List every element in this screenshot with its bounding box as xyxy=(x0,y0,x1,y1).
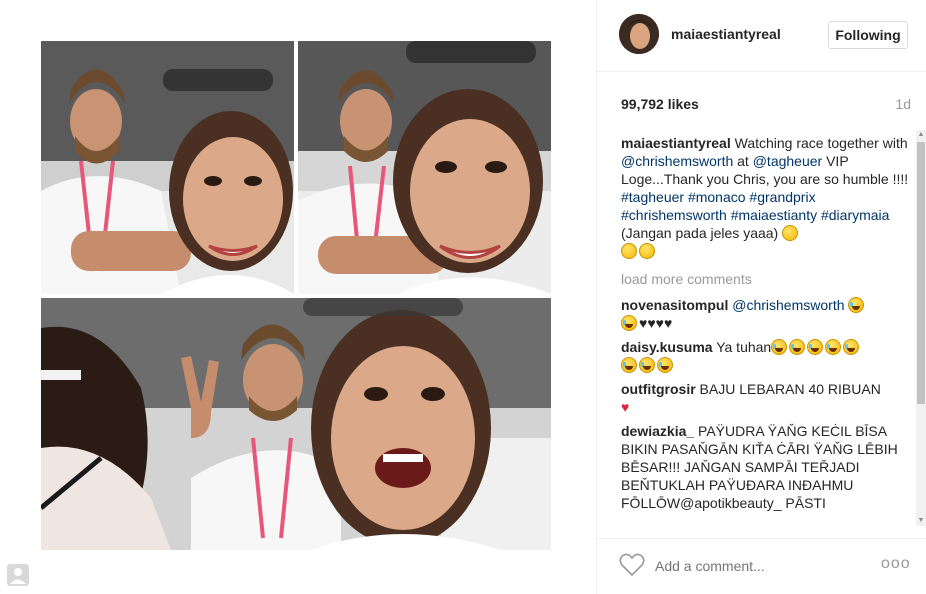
grinning-emoji-icon xyxy=(639,243,655,259)
load-more-comments-link[interactable]: load more comments xyxy=(621,270,909,288)
comment-text: Ya tuhan xyxy=(716,339,772,355)
tears-of-joy-emoji-icon xyxy=(825,339,842,355)
tears-of-joy-emoji-icon xyxy=(621,315,637,331)
black-heart-icon: ♥♥♥♥ xyxy=(639,315,673,331)
caption-mention-tagheuer[interactable]: @tagheuer xyxy=(753,153,822,169)
red-heart-icon: ♥ xyxy=(621,399,630,415)
comment-item: novenasitompul @chrishemsworth ♥♥♥♥ xyxy=(621,296,909,332)
caption: maiaestiantyreal Watching race together … xyxy=(621,134,909,260)
comment-item: dewiazkia_ PAŸUDRA ŸAŇG KEĊIL BĪSA BIKIN… xyxy=(621,422,909,512)
scroll-thumb[interactable] xyxy=(917,142,925,404)
comment-username[interactable]: daisy.kusuma xyxy=(621,339,713,355)
caption-username[interactable]: maiaestiantyreal xyxy=(621,135,731,151)
comment-username[interactable]: dewiazkia_ xyxy=(621,423,694,439)
tears-of-joy-emoji-icon xyxy=(621,357,637,373)
post-header: maiaestiantyreal Following xyxy=(597,0,926,72)
tears-of-joy-emoji-icon xyxy=(657,357,673,373)
post-username[interactable]: maiaestiantyreal xyxy=(671,26,781,42)
post-photo-3 xyxy=(41,298,551,550)
tears-of-joy-emoji-icon xyxy=(807,339,824,355)
scroll-up-arrow-icon[interactable]: ▲ xyxy=(916,130,926,140)
caption-text-1: Watching race together with xyxy=(730,135,908,151)
comments-scrollbar[interactable]: ▲ ▼ xyxy=(916,130,926,526)
caption-text-4: (Jangan pada jeles yaaa) xyxy=(621,225,783,241)
post-sidebar: maiaestiantyreal Following 99,792 likes … xyxy=(596,0,926,594)
post-time[interactable]: 1d xyxy=(895,96,911,112)
add-comment-input[interactable] xyxy=(655,555,855,577)
comments-list: maiaestiantyreal Watching race together … xyxy=(621,134,909,526)
tears-of-joy-emoji-icon xyxy=(771,339,788,355)
profile-placeholder-icon[interactable] xyxy=(6,563,30,587)
comment-username[interactable]: outfitgrosir xyxy=(621,381,696,397)
comment-item: daisy.kusuma Ya tuhan xyxy=(621,338,909,374)
grinning-emoji-icon xyxy=(782,225,799,241)
avatar[interactable] xyxy=(619,14,659,54)
comment-username[interactable]: novenasitompul xyxy=(621,297,728,313)
comment-item: outfitgrosir BAJU LEBARAN 40 RIBUAN ♥ xyxy=(621,380,909,416)
post-photo-2 xyxy=(298,41,551,294)
grinning-emoji-icon xyxy=(621,243,637,259)
post-photo-area xyxy=(0,0,596,594)
tears-of-joy-emoji-icon xyxy=(848,297,865,313)
like-heart-icon[interactable] xyxy=(619,553,645,577)
caption-text-2: at xyxy=(733,153,753,169)
tears-of-joy-emoji-icon xyxy=(843,339,860,355)
tears-of-joy-emoji-icon xyxy=(639,357,655,373)
comment-mention[interactable]: @chrishemsworth xyxy=(732,297,844,313)
scroll-down-arrow-icon[interactable]: ▼ xyxy=(916,516,926,526)
comment-text: BAJU LEBARAN 40 RIBUAN xyxy=(699,381,881,397)
more-options-icon[interactable]: ooo xyxy=(881,555,911,573)
post-photo-1 xyxy=(41,41,294,294)
caption-hashtags[interactable]: #tagheuer #monaco #grandprix #chrishemsw… xyxy=(621,189,889,223)
caption-mention-chrishemsworth[interactable]: @chrishemsworth xyxy=(621,153,733,169)
tears-of-joy-emoji-icon xyxy=(789,339,806,355)
comment-footer: ooo xyxy=(597,538,926,594)
following-button[interactable]: Following xyxy=(828,21,908,49)
likes-count[interactable]: 99,792 likes xyxy=(621,96,699,112)
likes-row: 99,792 likes 1d xyxy=(621,96,911,114)
